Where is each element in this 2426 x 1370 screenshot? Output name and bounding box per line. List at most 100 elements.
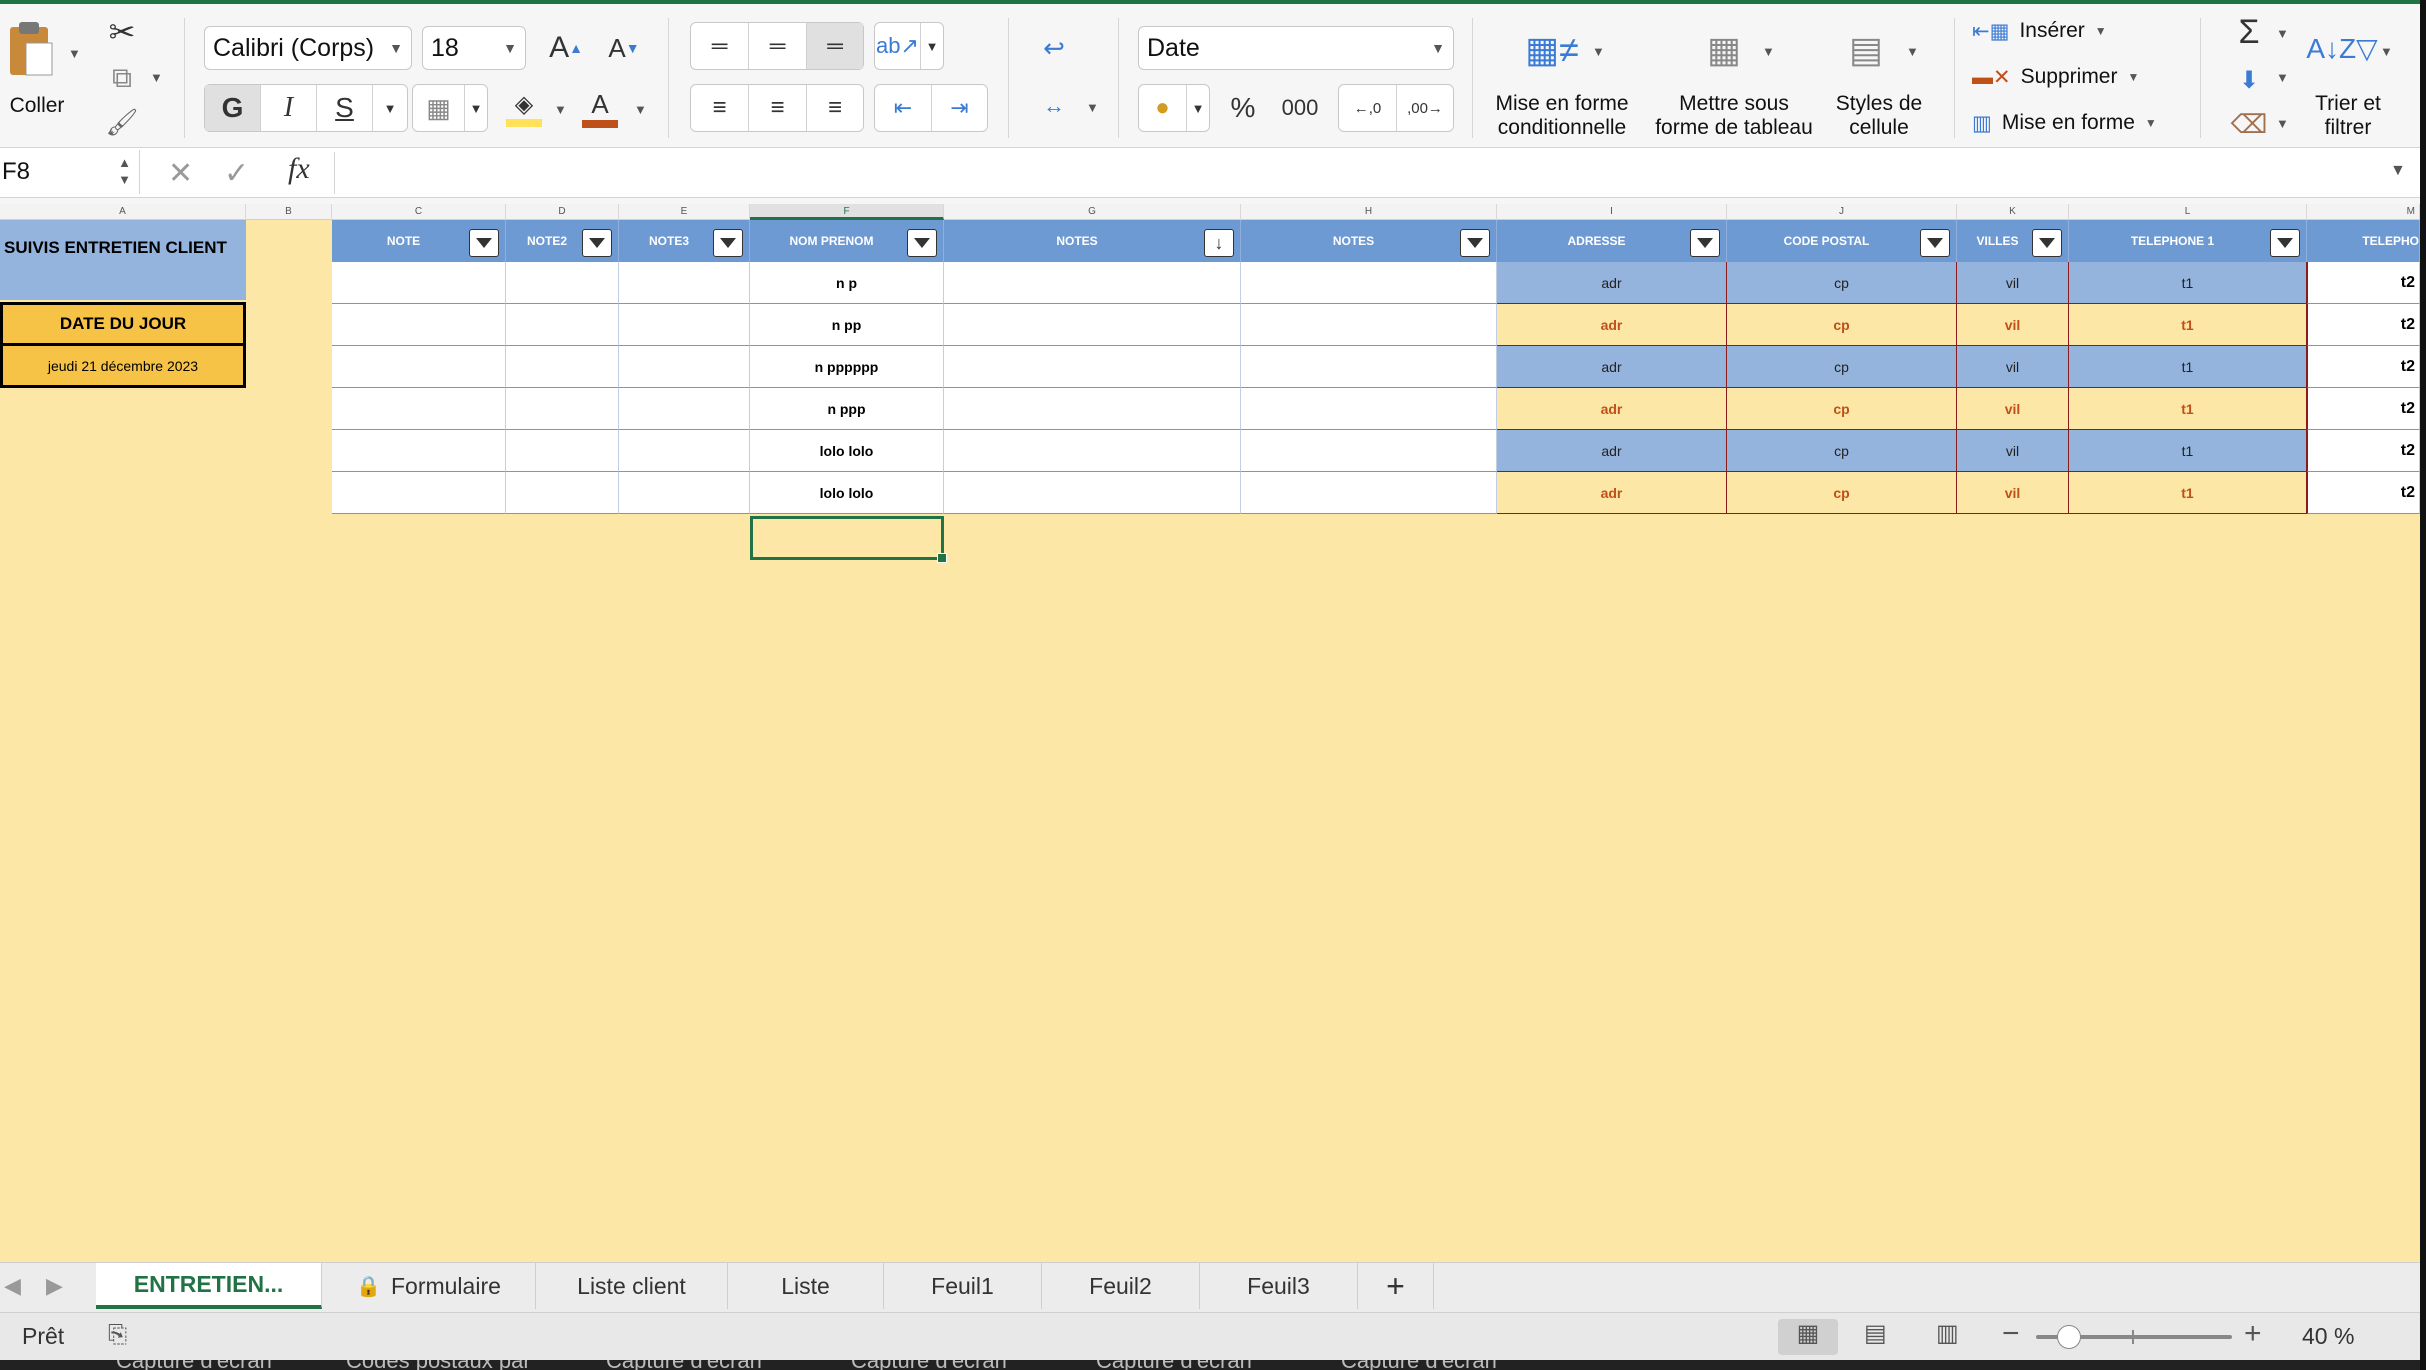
table-cell[interactable]: vil: [1957, 262, 2069, 304]
table-cell[interactable]: [944, 430, 1241, 472]
tab-feuil1[interactable]: Feuil1: [884, 1263, 1042, 1309]
merge-center-icon[interactable]: ↔: [1028, 84, 1080, 128]
filter-dropdown-icon[interactable]: [1920, 229, 1950, 257]
taskbar-item[interactable]: Codes postaux par: [346, 1360, 531, 1370]
table-cell[interactable]: adr: [1497, 304, 1727, 346]
check-icon[interactable]: ✓: [224, 156, 249, 191]
table-cell[interactable]: [506, 262, 619, 304]
filter-dropdown-icon[interactable]: [582, 229, 612, 257]
table-cell[interactable]: [332, 262, 506, 304]
paste-dropdown[interactable]: ▼: [68, 46, 81, 61]
increase-font-button[interactable]: A ▲: [540, 26, 592, 70]
table-cell[interactable]: [619, 262, 750, 304]
macro-record-icon[interactable]: ⎘: [108, 1321, 127, 1349]
format-painter-icon[interactable]: 🖌: [104, 104, 140, 140]
thousands-button[interactable]: 000: [1272, 84, 1328, 132]
table-cell[interactable]: adr: [1497, 430, 1727, 472]
table-cell[interactable]: t1: [2069, 430, 2307, 472]
taskbar-item[interactable]: Capture d'écran: [116, 1360, 272, 1370]
table-cell[interactable]: t2: [2307, 346, 2420, 388]
clear-dropdown[interactable]: ▼: [2276, 116, 2289, 131]
table-cell[interactable]: [332, 430, 506, 472]
format-as-table-dropdown[interactable]: ▼: [1762, 44, 1775, 59]
column-header[interactable]: K: [1957, 204, 2069, 220]
taskbar-item[interactable]: Capture d'écran: [606, 1360, 762, 1370]
column-header[interactable]: D: [506, 204, 619, 220]
tab-formulaire[interactable]: 🔒 Formulaire: [322, 1263, 536, 1309]
cell-styles-dropdown[interactable]: ▼: [1906, 44, 1919, 59]
table-cell[interactable]: cp: [1727, 304, 1957, 346]
table-cell[interactable]: adr: [1497, 346, 1727, 388]
fill-dropdown[interactable]: ▼: [2276, 70, 2289, 85]
table-cell[interactable]: [619, 388, 750, 430]
column-header[interactable]: A: [0, 204, 246, 220]
insert-button[interactable]: ⇤▦ Insérer ▼: [1972, 16, 2107, 46]
column-header[interactable]: G: [944, 204, 1241, 220]
table-cell[interactable]: vil: [1957, 430, 2069, 472]
filter-dropdown-icon[interactable]: [907, 229, 937, 257]
copy-dropdown[interactable]: ▼: [150, 70, 163, 85]
zoom-slider[interactable]: [2036, 1325, 2232, 1349]
zoom-in-icon[interactable]: +: [2244, 1317, 2262, 1351]
cell-styles-icon[interactable]: ▤: [1832, 20, 1900, 80]
table-cell[interactable]: [619, 430, 750, 472]
table-cell[interactable]: t2: [2307, 472, 2420, 514]
sort-filter-button[interactable]: Trier et filtrer: [2300, 92, 2396, 140]
format-cells-button[interactable]: ▥ Mise en forme ▼: [1972, 108, 2157, 138]
table-cell[interactable]: cp: [1727, 388, 1957, 430]
number-format-select[interactable]: Date ▼: [1138, 26, 1454, 70]
table-header-cell[interactable]: ADRESSE: [1497, 220, 1727, 262]
table-header-cell[interactable]: NOTE: [332, 220, 506, 262]
table-cell[interactable]: [944, 262, 1241, 304]
table-cell[interactable]: t1: [2069, 304, 2307, 346]
table-cell[interactable]: vil: [1957, 388, 2069, 430]
table-cell[interactable]: [332, 304, 506, 346]
table-header-cell[interactable]: VILLES: [1957, 220, 2069, 262]
table-cell[interactable]: adr: [1497, 388, 1727, 430]
underline-button[interactable]: S: [317, 85, 373, 131]
conditional-format-dropdown[interactable]: ▼: [1592, 44, 1605, 59]
format-as-table-icon[interactable]: ▦: [1690, 20, 1758, 80]
expand-formula-icon[interactable]: ▼: [2390, 162, 2406, 180]
column-header[interactable]: M: [2307, 204, 2420, 220]
merge-dropdown[interactable]: ▼: [1086, 100, 1099, 115]
scroll-right-icon[interactable]: ▶: [46, 1273, 63, 1299]
table-cell[interactable]: n p: [750, 262, 944, 304]
align-right-icon[interactable]: ≡: [807, 85, 863, 131]
tab-feuil3[interactable]: Feuil3: [1200, 1263, 1358, 1309]
page-break-icon[interactable]: ▥: [1936, 1319, 1959, 1348]
font-color-icon[interactable]: A: [576, 84, 624, 132]
table-cell[interactable]: [619, 346, 750, 388]
table-cell[interactable]: cp: [1727, 472, 1957, 514]
taskbar-item[interactable]: Capture d'écran: [1341, 1360, 1497, 1370]
scissors-icon[interactable]: ✂: [104, 14, 140, 50]
decrease-font-button[interactable]: A ▼: [598, 26, 650, 70]
increase-decimal-icon[interactable]: ←,0: [1339, 85, 1397, 131]
align-bottom-icon[interactable]: ═: [807, 23, 863, 69]
conditional-format-button[interactable]: Mise en forme conditionnelle: [1484, 92, 1640, 140]
align-middle-icon[interactable]: ═: [749, 23, 807, 69]
table-cell[interactable]: [944, 304, 1241, 346]
formula-input[interactable]: [334, 152, 2374, 194]
format-as-table-button[interactable]: Mettre sous forme de tableau: [1646, 92, 1822, 140]
align-left-icon[interactable]: ≡: [691, 85, 749, 131]
fill-color-dropdown[interactable]: ▼: [554, 102, 567, 117]
table-cell[interactable]: [944, 472, 1241, 514]
table-cell[interactable]: t2: [2307, 304, 2420, 346]
delete-button[interactable]: ▬✕ Supprimer ▼: [1972, 62, 2139, 92]
table-cell[interactable]: vil: [1957, 472, 2069, 514]
underline-dropdown[interactable]: ▼: [373, 85, 407, 131]
function-icon[interactable]: fx: [288, 152, 310, 186]
filter-dropdown-icon[interactable]: [2270, 229, 2300, 257]
copy-icon[interactable]: ⧉: [104, 60, 140, 96]
tab-feuil2[interactable]: Feuil2: [1042, 1263, 1200, 1309]
taskbar-item[interactable]: Capture d'écran: [1096, 1360, 1252, 1370]
filter-dropdown-icon[interactable]: [713, 229, 743, 257]
table-header-cell[interactable]: NOTE2: [506, 220, 619, 262]
conditional-format-icon[interactable]: ▦≠: [1520, 20, 1584, 80]
tab-liste[interactable]: Liste: [728, 1263, 884, 1309]
font-color-dropdown[interactable]: ▼: [634, 102, 647, 117]
table-cell[interactable]: [1241, 346, 1497, 388]
table-header-cell[interactable]: NOTES: [944, 220, 1241, 262]
normal-view-icon[interactable]: ▦: [1778, 1319, 1838, 1355]
